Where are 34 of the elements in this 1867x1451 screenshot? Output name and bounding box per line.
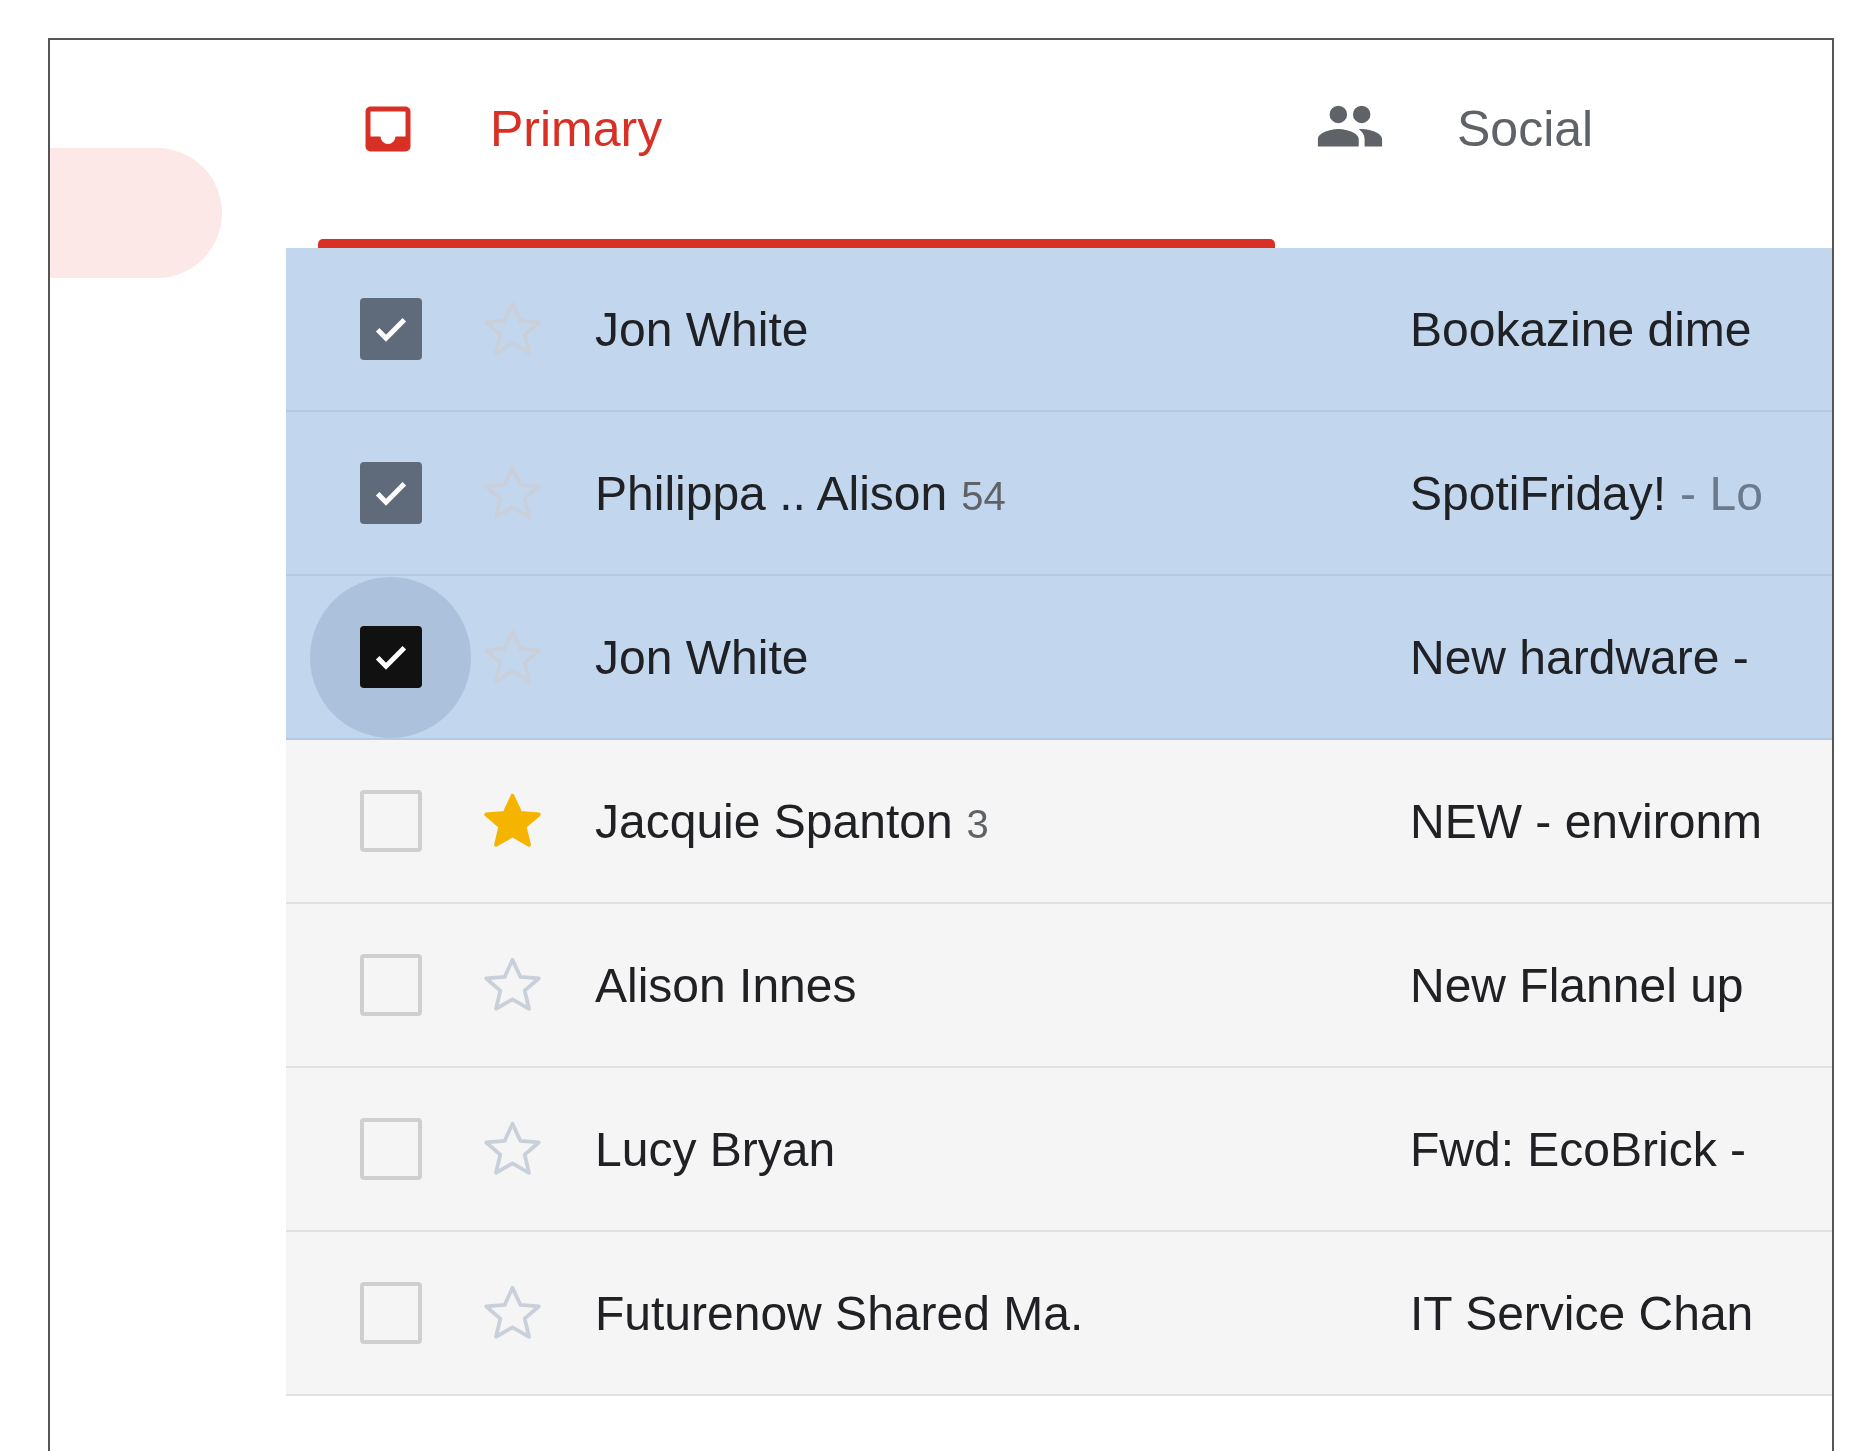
sender-name: Philippa .. Alison bbox=[595, 465, 948, 521]
email-subject: NEW - environm bbox=[1410, 793, 1763, 849]
email-row[interactable]: Futurenow Shared Ma. IT Service Chan bbox=[286, 1232, 1832, 1396]
thread-count: 3 bbox=[966, 801, 989, 847]
email-row[interactable]: Jacquie Spanton 3 NEW - environm bbox=[286, 740, 1832, 904]
email-subject: Fwd: EcoBrick - bbox=[1410, 1121, 1747, 1177]
email-subject: New Flannel up bbox=[1410, 957, 1744, 1013]
sidebar-item[interactable] bbox=[50, 148, 222, 278]
email-row[interactable]: Philippa .. Alison 54 SpotiFriday! - Lo bbox=[286, 412, 1832, 576]
sender-name: Alison Innes bbox=[595, 957, 857, 1013]
email-row[interactable]: Jon White New hardware - bbox=[286, 576, 1832, 740]
sender-name: Jon White bbox=[595, 301, 809, 357]
checkbox[interactable] bbox=[359, 954, 422, 1016]
checkbox[interactable] bbox=[359, 1118, 422, 1180]
sender-name: Futurenow Shared Ma. bbox=[595, 1285, 1084, 1341]
email-row[interactable]: Lucy Bryan Fwd: EcoBrick - bbox=[286, 1068, 1832, 1232]
tab[interactable]: Social bbox=[1275, 40, 1832, 248]
email-subject: SpotiFriday! bbox=[1410, 465, 1667, 521]
sender-name: Jon White bbox=[595, 629, 809, 685]
email-row[interactable]: Alison Innes New Flannel up bbox=[286, 904, 1832, 1068]
checkbox[interactable] bbox=[359, 1282, 422, 1344]
thread-count: 54 bbox=[961, 473, 1006, 519]
email-row[interactable]: Jon White Bookazine dime bbox=[286, 248, 1832, 412]
checkbox[interactable] bbox=[359, 790, 422, 852]
email-snippet: - Lo bbox=[1680, 465, 1763, 521]
email-subject: Bookazine dime bbox=[1410, 301, 1752, 357]
email-subject: New hardware - bbox=[1410, 629, 1749, 685]
tab[interactable]: Primary bbox=[318, 40, 1275, 248]
checkbox[interactable] bbox=[359, 298, 422, 360]
checkbox[interactable] bbox=[359, 462, 422, 524]
checkbox[interactable] bbox=[359, 626, 422, 688]
sender-name: Lucy Bryan bbox=[595, 1121, 836, 1177]
sender-name: Jacquie Spanton bbox=[595, 793, 953, 849]
email-subject: IT Service Chan bbox=[1410, 1285, 1754, 1341]
